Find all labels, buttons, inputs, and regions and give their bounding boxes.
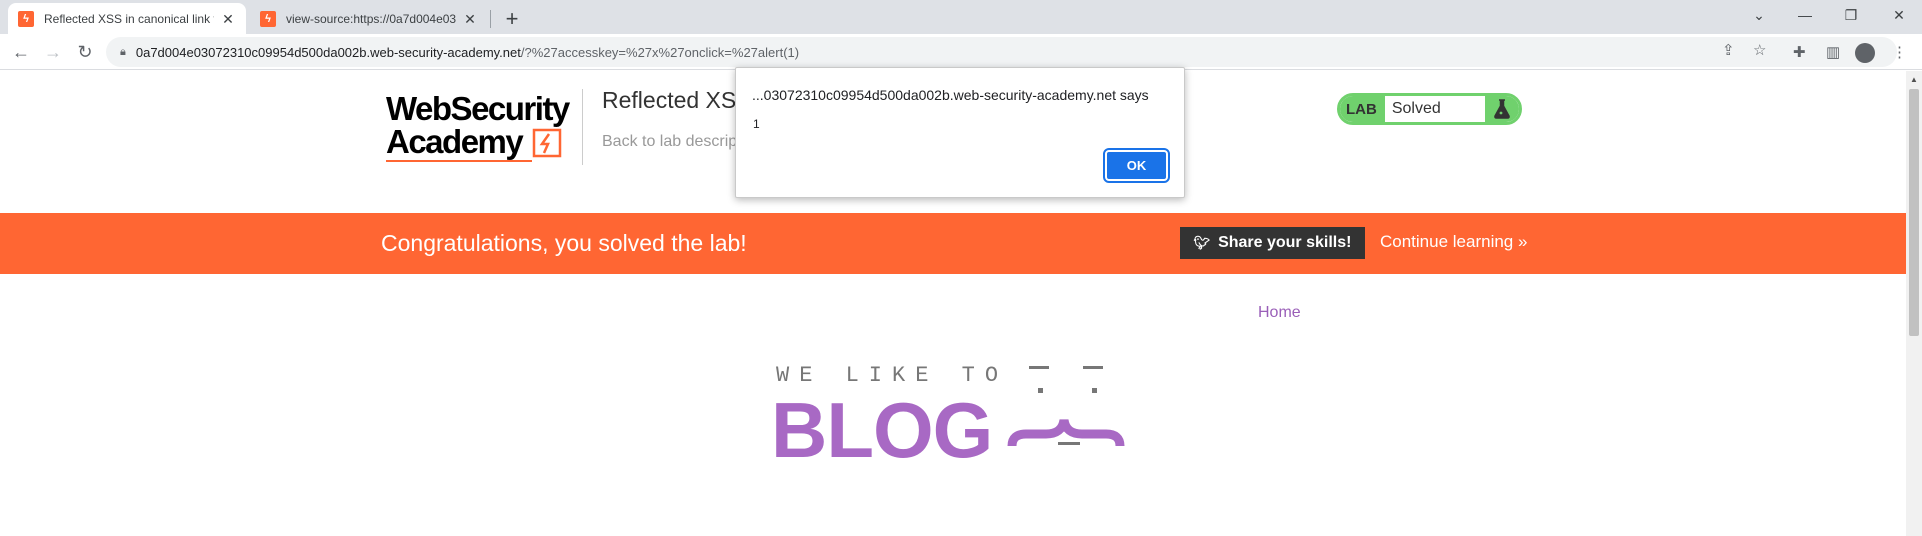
blog-face-icon [1007, 366, 1125, 447]
lab-tag: LAB [1340, 96, 1385, 122]
alert-origin-text: ...03072310c09954d500da002b.web-security… [752, 87, 1149, 103]
alert-message: 1 [753, 117, 760, 131]
logo-line-2: Academy [386, 123, 524, 160]
blog-wordmark: BLOG [771, 386, 993, 474]
twitter-bird-icon: 🐦︎ [1193, 235, 1211, 250]
close-icon[interactable]: ✕ [462, 11, 478, 27]
extensions-puzzle-icon[interactable]: ✚ [1793, 43, 1806, 61]
tab-title: view-source:https://0a7d004e030 [286, 11, 456, 26]
share-skills-label: Share your skills! [1218, 234, 1352, 251]
scroll-up-arrow-icon[interactable]: ▲ [1910, 75, 1918, 84]
double-chevron-icon: » [1518, 232, 1528, 251]
close-icon[interactable]: ✕ [220, 11, 236, 27]
burp-bolt-icon: ϟ [18, 10, 34, 27]
window-close-icon[interactable]: ✕ [1876, 0, 1922, 30]
restore-icon[interactable]: ❐ [1828, 0, 1874, 30]
lab-title: Reflected XS [602, 87, 737, 113]
javascript-alert-dialog: ...03072310c09954d500da002b.web-security… [735, 67, 1185, 198]
solved-banner: Congratulations, you solved the lab! 🐦︎ … [0, 213, 1906, 274]
url-text: 0a7d004e03072310c09954d500da002b.web-sec… [136, 45, 799, 60]
share-skills-button[interactable]: 🐦︎ Share your skills! [1180, 227, 1365, 259]
burp-bolt-icon: ϟ [260, 10, 276, 27]
logo-underline [386, 160, 532, 162]
browser-toolbar: ← → ↻ 🔒︎ 0a7d004e03072310c09954d500da002… [0, 34, 1922, 70]
minimize-icon[interactable]: — [1782, 0, 1828, 30]
forward-arrow-icon[interactable]: → [39, 38, 67, 66]
flask-icon [1485, 96, 1519, 122]
bookmark-star-icon[interactable]: ☆ [1753, 41, 1766, 59]
url-host: 0a7d004e03072310c09954d500da002b.web-sec… [135, 44, 521, 60]
back-to-lab-link[interactable]: Back to lab descrip [602, 133, 737, 151]
scrollbar-thumb[interactable] [1909, 89, 1919, 336]
continue-learning-label: Continue learning [1380, 232, 1514, 251]
tab-view-source[interactable]: ϟ view-source:https://0a7d004e030 ✕ [250, 3, 488, 34]
kebab-menu-icon[interactable]: ⋮ [1892, 43, 1907, 61]
lab-status-badge: LAB Solved [1337, 93, 1522, 125]
page-scrollbar[interactable]: ▲ [1906, 71, 1922, 536]
home-link[interactable]: Home [1258, 304, 1301, 322]
ok-button[interactable]: OK [1103, 148, 1170, 183]
continue-learning-link[interactable]: Continue learning » [1380, 232, 1527, 252]
logo-bolt-icon [532, 128, 562, 158]
reload-icon[interactable]: ↻ [71, 38, 99, 66]
logo-line-1: WebSecurity [386, 90, 570, 127]
web-security-academy-logo[interactable]: WebSecurity Academy [386, 90, 570, 162]
header-divider [582, 89, 583, 165]
lock-icon[interactable]: 🔒︎ [120, 46, 126, 59]
lab-status-text: Solved [1391, 100, 1441, 117]
tab-search-icon[interactable]: ⌄ [1736, 0, 1782, 30]
tab-title: Reflected XSS in canonical link ta [44, 11, 214, 26]
tab-strip: ϟ Reflected XSS in canonical link ta ✕ ϟ… [0, 0, 1922, 34]
address-bar[interactable]: 🔒︎ 0a7d004e03072310c09954d500da002b.web-… [106, 37, 1897, 67]
back-arrow-icon[interactable]: ← [7, 38, 35, 66]
tab-divider [490, 10, 491, 28]
url-path: /?%27accesskey=%27x%27onclick=%27alert(1… [520, 44, 800, 60]
share-icon[interactable]: ⇪ [1722, 41, 1735, 59]
side-panel-icon[interactable]: ▥ [1826, 43, 1840, 61]
new-tab-button[interactable]: + [498, 6, 526, 34]
profile-avatar-icon[interactable] [1855, 43, 1875, 63]
congratulations-message: Congratulations, you solved the lab! [381, 230, 747, 256]
tab-active[interactable]: ϟ Reflected XSS in canonical link ta ✕ [8, 3, 246, 34]
